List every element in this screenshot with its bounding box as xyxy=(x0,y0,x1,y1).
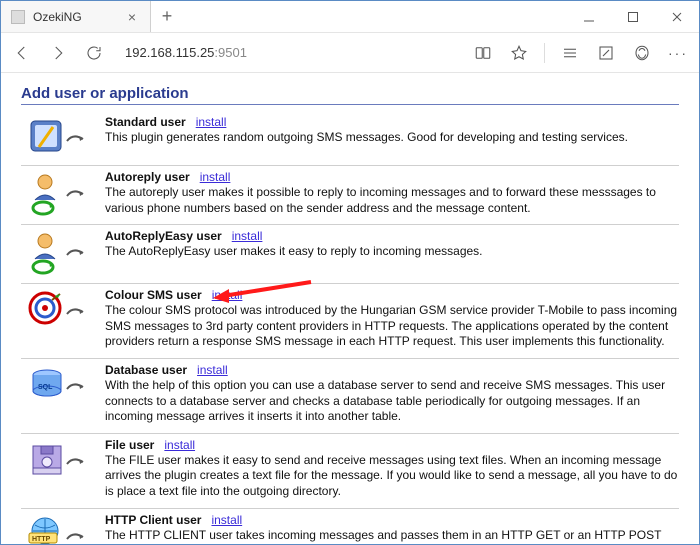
item-name: Colour SMS user xyxy=(105,288,202,302)
item-name: AutoReplyEasy user xyxy=(105,229,222,243)
minimize-button[interactable] xyxy=(567,1,611,32)
item-desc: With the help of this option you can use… xyxy=(105,378,679,425)
divider xyxy=(21,283,679,284)
browser-toolbar: 192.168.115.25:9501 ··· xyxy=(1,33,699,73)
colour-sms-user-icon xyxy=(21,288,93,350)
item-desc: This plugin generates random outgoing SM… xyxy=(105,130,679,146)
new-tab-button[interactable]: + xyxy=(151,1,183,32)
item-desc: The HTTP CLIENT user takes incoming mess… xyxy=(105,528,679,544)
autoreply-user-icon xyxy=(21,170,93,216)
item-name: Standard user xyxy=(105,115,186,129)
browser-tab[interactable]: OzekiNG × xyxy=(1,1,151,32)
user-item: SQL Database user install With the help … xyxy=(21,361,679,431)
reading-view-button[interactable] xyxy=(472,42,494,64)
divider xyxy=(21,165,679,166)
page-title: Add user or application xyxy=(21,85,679,105)
install-link[interactable]: install xyxy=(212,288,243,302)
item-desc: The autoreply user makes it possible to … xyxy=(105,185,679,216)
user-item: HTTP HTTP Client user install The HTTP C… xyxy=(21,511,679,544)
install-link[interactable]: install xyxy=(232,229,263,243)
item-name: Database user xyxy=(105,363,187,377)
item-name: Autoreply user xyxy=(105,170,190,184)
window-controls xyxy=(567,1,699,32)
url-host: 192.168.115.25 xyxy=(125,45,214,60)
standard-user-icon xyxy=(21,115,93,157)
user-item: Autoreply user install The autoreply use… xyxy=(21,168,679,222)
share-button[interactable] xyxy=(631,42,653,64)
item-desc: The colour SMS protocol was introduced b… xyxy=(105,303,679,350)
back-button[interactable] xyxy=(11,42,33,64)
file-user-icon xyxy=(21,438,93,500)
item-desc: The AutoReplyEasy user makes it easy to … xyxy=(105,244,679,260)
item-name: HTTP Client user xyxy=(105,513,201,527)
install-link[interactable]: install xyxy=(200,170,231,184)
autoreplyeasy-user-icon xyxy=(21,229,93,275)
hub-button[interactable] xyxy=(559,42,581,64)
item-desc: The FILE user makes it easy to send and … xyxy=(105,453,679,500)
item-name: File user xyxy=(105,438,154,452)
close-tab-button[interactable]: × xyxy=(124,9,140,25)
divider xyxy=(21,224,679,225)
database-user-icon: SQL xyxy=(21,363,93,425)
user-item: AutoReplyEasy user install The AutoReply… xyxy=(21,227,679,281)
webnote-button[interactable] xyxy=(595,42,617,64)
window-titlebar: OzekiNG × + xyxy=(1,1,699,33)
divider xyxy=(21,433,679,434)
install-link[interactable]: install xyxy=(164,438,195,452)
install-link[interactable]: install xyxy=(196,115,227,129)
install-link[interactable]: install xyxy=(211,513,242,527)
url-port: :9501 xyxy=(214,45,247,60)
install-link[interactable]: install xyxy=(197,363,228,377)
forward-button[interactable] xyxy=(47,42,69,64)
divider xyxy=(21,358,679,359)
maximize-button[interactable] xyxy=(611,1,655,32)
tab-title: OzekiNG xyxy=(33,10,124,24)
page-content: Add user or application Standard user in… xyxy=(1,73,699,544)
svg-text:SQL: SQL xyxy=(38,384,53,391)
refresh-button[interactable] xyxy=(83,42,105,64)
user-item: Colour SMS user install The colour SMS p… xyxy=(21,286,679,356)
more-button[interactable]: ··· xyxy=(667,42,689,64)
user-item: File user install The FILE user makes it… xyxy=(21,436,679,506)
divider xyxy=(21,508,679,509)
address-bar[interactable]: 192.168.115.25:9501 xyxy=(119,41,458,64)
svg-text:HTTP: HTTP xyxy=(32,536,51,543)
toolbar-separator xyxy=(544,43,545,63)
user-item: Standard user install This plugin genera… xyxy=(21,113,679,163)
page-favicon xyxy=(11,10,25,24)
http-client-user-icon: HTTP xyxy=(21,513,93,544)
close-window-button[interactable] xyxy=(655,1,699,32)
favorite-button[interactable] xyxy=(508,42,530,64)
